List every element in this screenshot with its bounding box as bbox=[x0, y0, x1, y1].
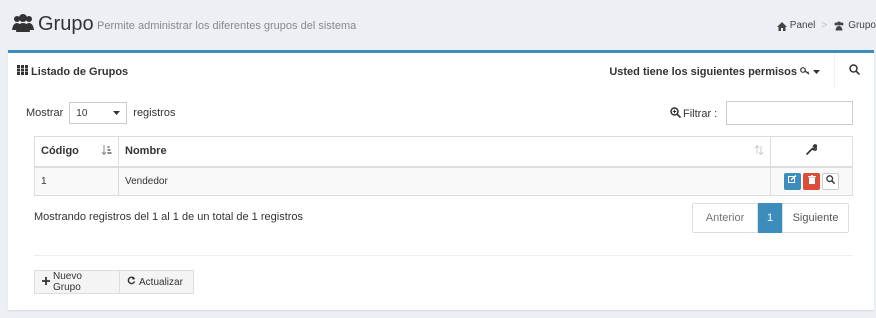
table-header-row: Código Nombre bbox=[34, 136, 853, 168]
box-title: Listado de Grupos bbox=[17, 65, 128, 78]
zoom-in-icon bbox=[670, 107, 682, 121]
column-header-codigo[interactable]: Código bbox=[34, 136, 119, 168]
page-button-current[interactable]: 1 bbox=[758, 203, 782, 233]
filter-label-text: Filtrar : bbox=[683, 108, 718, 120]
cell-nombre: Vendedor bbox=[118, 166, 771, 196]
page-length-select[interactable]: 10 bbox=[69, 102, 128, 124]
new-group-label: Nuevo Grupo bbox=[53, 271, 82, 293]
filter-input[interactable] bbox=[726, 101, 853, 125]
key-icon bbox=[800, 66, 810, 78]
cell-codigo: 1 bbox=[34, 166, 119, 196]
page-subtitle: Permite administrar los diferentes grupo… bbox=[97, 20, 357, 32]
refresh-label: Actualizar bbox=[139, 276, 183, 288]
th-list-icon bbox=[17, 65, 28, 78]
plus-icon bbox=[42, 276, 50, 288]
next-page-button[interactable]: Siguiente bbox=[782, 203, 849, 233]
users-icon bbox=[12, 13, 34, 33]
column-header-actions bbox=[770, 136, 853, 168]
home-icon bbox=[776, 21, 787, 31]
pagination: Anterior 1 Siguiente bbox=[692, 203, 849, 233]
filter-label: Filtrar : bbox=[670, 107, 717, 121]
search-icon bbox=[826, 175, 836, 187]
column-header-label: Código bbox=[41, 145, 79, 158]
edit-icon bbox=[788, 175, 797, 187]
box-search-button[interactable] bbox=[834, 53, 874, 89]
sort-both-icon bbox=[754, 144, 764, 158]
footer-actions: Nuevo Grupo Actualizar bbox=[34, 270, 194, 294]
breadcrumb: Panel > Grupo bbox=[776, 19, 876, 33]
trash-icon bbox=[807, 175, 816, 187]
divider bbox=[34, 255, 853, 256]
wrench-icon bbox=[806, 144, 819, 158]
page-title: Grupo bbox=[38, 13, 94, 35]
column-header-nombre[interactable]: Nombre bbox=[118, 136, 771, 168]
permissions-label: Usted tiene los siguientes permisos bbox=[609, 66, 797, 78]
show-label: Mostrar bbox=[26, 107, 64, 119]
search-icon bbox=[849, 64, 861, 78]
refresh-button[interactable]: Actualizar bbox=[120, 270, 194, 294]
column-header-label: Nombre bbox=[125, 145, 167, 158]
caret-down-icon bbox=[113, 108, 121, 119]
cell-actions bbox=[770, 166, 853, 196]
page-header: Grupo Permite administrar los diferentes… bbox=[0, 0, 876, 50]
breadcrumb-panel[interactable]: Panel bbox=[790, 19, 816, 33]
table-info: Mostrando registros del 1 al 1 de un tot… bbox=[34, 211, 304, 223]
delete-button[interactable] bbox=[803, 172, 820, 190]
groups-table: Código Nombre 1 Vendedor bbox=[34, 136, 853, 196]
sort-asc-icon bbox=[101, 144, 112, 158]
caret-down-icon bbox=[813, 66, 820, 78]
page-length-control: Mostrar 10 registros bbox=[26, 102, 175, 124]
permissions-dropdown[interactable]: Usted tiene los siguientes permisos bbox=[609, 66, 820, 78]
users-icon bbox=[833, 21, 845, 31]
edit-button[interactable] bbox=[784, 172, 801, 190]
records-label: registros bbox=[133, 107, 176, 119]
breadcrumb-grupo: Grupo bbox=[848, 20, 876, 31]
prev-page-button[interactable]: Anterior bbox=[692, 203, 758, 233]
page-length-value: 10 bbox=[76, 107, 88, 119]
view-button[interactable] bbox=[822, 172, 839, 190]
refresh-icon bbox=[127, 276, 136, 288]
box-title-label: Listado de Grupos bbox=[31, 65, 129, 78]
table-row: 1 Vendedor bbox=[34, 166, 853, 196]
box-header: Listado de Grupos Usted tiene los siguie… bbox=[8, 53, 874, 89]
breadcrumb-separator: > bbox=[821, 20, 828, 31]
new-group-button[interactable]: Nuevo Grupo bbox=[34, 270, 120, 294]
